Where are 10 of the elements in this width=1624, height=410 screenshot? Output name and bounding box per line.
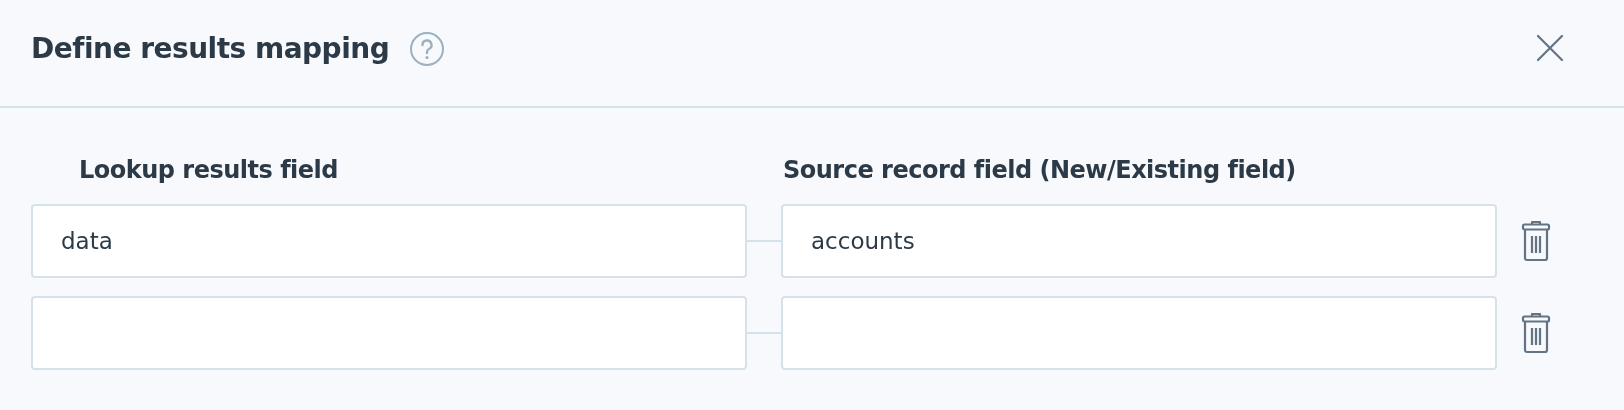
close-icon[interactable] xyxy=(1536,34,1564,62)
input-field[interactable] xyxy=(31,296,747,370)
trash-icon[interactable] xyxy=(1521,220,1551,262)
input-field[interactable] xyxy=(781,296,1497,370)
column-heading: Lookup results field xyxy=(79,156,340,186)
input-field[interactable]: data xyxy=(31,204,747,278)
dialog-title: Define results mapping xyxy=(31,31,390,65)
trash-icon[interactable] xyxy=(1521,312,1551,354)
column-heading: Source record field (New/Existing field) xyxy=(783,156,1296,186)
input-field[interactable]: accounts xyxy=(781,204,1497,278)
